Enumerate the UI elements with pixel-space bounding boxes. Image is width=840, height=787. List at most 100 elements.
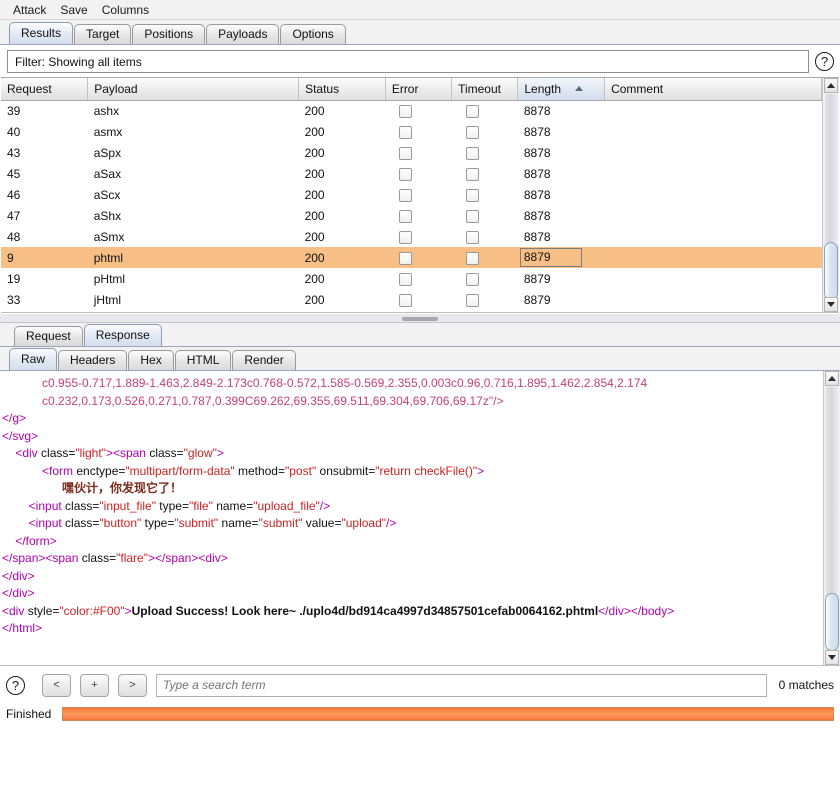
cell-comment [605,100,822,121]
col-header-error[interactable]: Error [385,78,453,101]
table-row[interactable]: 47 aShx 200 8878 [1,205,822,226]
search-help-circle-icon[interactable]: ? [6,675,25,695]
results-vertical-scrollbar[interactable] [822,78,839,312]
table-row[interactable]: 33 jHtml 200 8879 [1,289,822,310]
timeout-checkbox[interactable] [465,272,479,286]
response-token: "button" [99,516,142,530]
col-header-timeout[interactable]: Timeout [451,78,519,101]
error-checkbox[interactable] [399,146,413,160]
error-checkbox[interactable] [399,209,413,223]
help-circle-icon[interactable]: ? [815,52,834,71]
response-line: <div class="light"><span class="glow"> [2,445,823,463]
tab-headers[interactable]: Headers [58,350,128,370]
col-header-status[interactable]: Status [298,78,386,101]
response-text[interactable]: c0.955-0.717,1.889-1.463,2.849-2.173c0.7… [0,371,823,665]
response-token: > [124,603,132,618]
table-row[interactable]: 43 aSpx 200 8878 [1,142,822,163]
response-line: c0.955-0.717,1.889-1.463,2.849-2.173c0.7… [2,375,823,393]
table-row[interactable]: 45 aSax 200 8878 [1,163,822,184]
response-token: </div> [2,568,35,583]
tab-request[interactable]: Request [14,326,83,346]
timeout-checkbox[interactable] [465,230,479,244]
response-token: "upload_file" [253,498,320,513]
timeout-checkbox[interactable] [465,251,479,265]
response-token: class= [149,446,184,460]
menu-item-columns[interactable]: Columns [95,2,156,18]
response-token: class= [41,446,76,460]
tab-positions[interactable]: Positions [132,24,206,44]
error-checkbox[interactable] [399,167,413,181]
results-scroll-down-button[interactable] [824,297,838,312]
table-row[interactable]: 19 pHtml 200 8879 [1,268,822,289]
timeout-checkbox[interactable] [465,293,479,307]
error-checkbox[interactable] [399,272,413,286]
tab-raw[interactable]: Raw [9,348,58,370]
search-prev-button[interactable]: < [42,673,71,697]
response-line: </div> [2,585,823,603]
cell-error [385,121,451,142]
timeout-checkbox[interactable] [465,125,479,139]
cell-length: 8878 [523,166,551,181]
timeout-checkbox[interactable] [465,104,479,118]
sort-ascending-icon [575,86,584,92]
error-checkbox[interactable] [399,230,413,244]
tab-response[interactable]: Response [83,324,162,346]
error-checkbox[interactable] [399,188,413,202]
tab-results[interactable]: Results [9,22,74,44]
response-token: <div [2,446,42,460]
cell-length: 8878 [523,124,551,139]
response-scrollbar-thumb[interactable] [825,593,839,651]
tab-options[interactable]: Options [280,24,346,44]
table-row[interactable]: 39 ashx 200 8878 [1,100,822,121]
response-scroll-down-button[interactable] [825,650,839,665]
error-checkbox[interactable] [399,125,413,139]
cell-comment [605,163,822,184]
table-row[interactable]: 48 aSmx 200 8878 [1,226,822,247]
timeout-checkbox[interactable] [465,167,479,181]
response-line: 嘿伙计，你发现它了！ [2,480,823,498]
search-add-button[interactable]: + [80,673,109,697]
tab-payloads[interactable]: Payloads [206,24,280,44]
tab-render[interactable]: Render [232,350,296,370]
col-header-comment[interactable]: Comment [604,78,822,101]
timeout-checkbox[interactable] [465,209,479,223]
cell-comment [605,121,822,142]
cell-timeout [452,184,518,205]
col-header-length[interactable]: Length [517,78,606,101]
search-next-button[interactable]: > [118,673,147,697]
col-header-payload[interactable]: Payload [87,78,300,101]
search-input[interactable] [156,673,767,697]
response-token: /> [319,498,331,513]
timeout-checkbox[interactable] [465,188,479,202]
col-header-request[interactable]: Request [1,78,89,101]
chevron-down-icon [828,655,836,660]
table-row[interactable]: 40 asmx 200 8878 [1,121,822,142]
table-row[interactable]: 9 phtml 200 8879 [1,247,822,268]
filter-bar[interactable]: Filter: Showing all items [7,50,809,73]
table-row[interactable]: 46 aScx 200 8878 [1,184,822,205]
response-vertical-scrollbar[interactable] [823,371,840,665]
cell-status: 200 [304,124,325,139]
cell-error [385,184,451,205]
error-checkbox[interactable] [399,104,413,118]
menu-item-attack[interactable]: Attack [6,2,53,18]
timeout-checkbox[interactable] [465,146,479,160]
response-token: "submit" [174,516,219,530]
response-token: method= [234,463,285,478]
error-checkbox[interactable] [399,293,413,307]
tab-html[interactable]: HTML [174,350,232,370]
error-checkbox[interactable] [399,251,413,265]
response-token: Upload Success! Look here~ ./uplo4d/bd91… [131,603,599,618]
col-header-length-label: Length [524,81,562,96]
menu-item-save[interactable]: Save [53,2,94,18]
tab-hex[interactable]: Hex [128,350,174,370]
results-scroll-up-button[interactable] [824,78,838,93]
results-scrollbar-thumb[interactable] [824,242,838,300]
chevron-up-icon [827,83,835,88]
cell-error [385,163,451,184]
cell-timeout [452,100,518,121]
response-scroll-up-button[interactable] [825,371,839,386]
panel-splitter[interactable] [0,313,840,323]
tab-target[interactable]: Target [74,24,132,44]
splitter-grip[interactable] [402,317,438,321]
